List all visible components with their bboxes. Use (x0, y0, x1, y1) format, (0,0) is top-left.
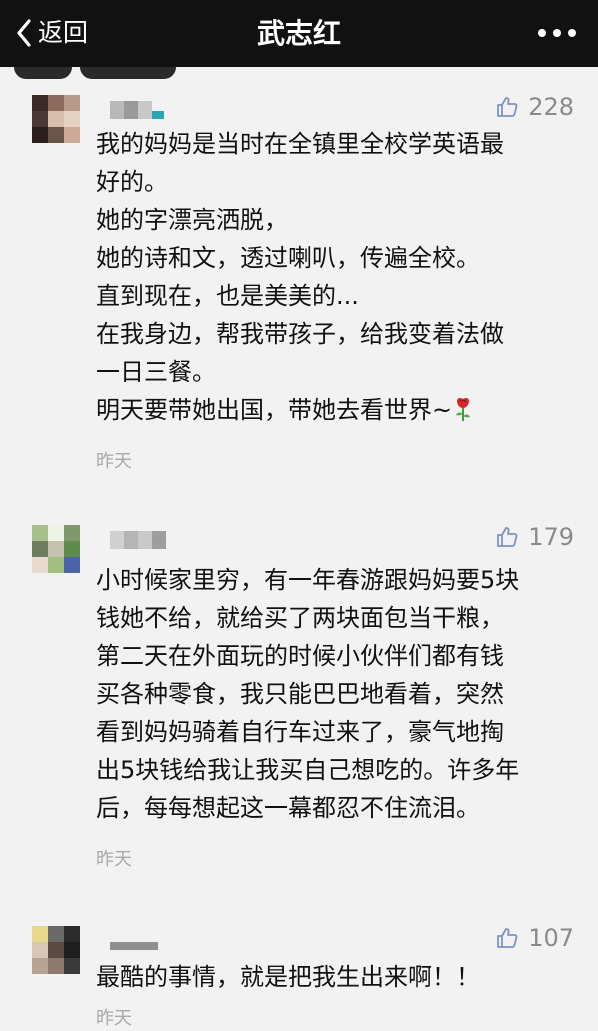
comment-time: 昨天 (96, 1008, 132, 1029)
like-button[interactable]: 228 (496, 91, 574, 123)
like-count: 107 (528, 924, 574, 952)
nav-bar: 返回 武志红 (0, 0, 598, 67)
thumbs-up-icon (496, 526, 528, 548)
avatar-pixel (32, 525, 48, 541)
like-count: 228 (528, 93, 574, 121)
avatar-pixel (32, 95, 48, 111)
rose-icon (454, 395, 472, 433)
avatar[interactable] (32, 525, 80, 573)
more-dot (568, 29, 576, 37)
avatar[interactable] (32, 95, 80, 143)
more-button[interactable] (538, 22, 576, 44)
comment-text: 我的妈妈是当时在全镇里全校学英语最 好的。 她的字漂亮洒脱， 她的诗和文，透过喇… (96, 125, 566, 433)
comment-text: 小时候家里穷，有一年春游跟妈妈要5块 钱她不给，就给买了两块面包当干粮， 第二天… (96, 566, 520, 822)
avatar-pixel (64, 111, 80, 127)
avatar[interactable] (32, 926, 80, 974)
comment-text: 最酷的事情，就是把我生出来啊！！ (96, 963, 480, 991)
chevron-left-icon (16, 19, 32, 47)
avatar-pixel (64, 958, 80, 974)
avatar-pixel (48, 111, 64, 127)
avatar-pixel (64, 127, 80, 143)
avatar-pixel (64, 942, 80, 958)
avatar-pixel (48, 557, 64, 573)
avatar-pixel (64, 557, 80, 573)
avatar-pixel (32, 541, 48, 557)
scrolled-avatar-edge (14, 67, 72, 79)
thumbs-up-icon (496, 927, 528, 949)
more-dots-icon (538, 29, 546, 37)
comment-time: 昨天 (96, 849, 132, 870)
avatar-pixel (48, 127, 64, 143)
avatar-pixel (32, 111, 48, 127)
more-dot (553, 29, 561, 37)
avatar-pixel (64, 541, 80, 557)
like-button[interactable]: 107 (496, 922, 574, 954)
avatar-pixel (32, 557, 48, 573)
avatar-pixel (64, 525, 80, 541)
nickname-blurred[interactable] (110, 531, 166, 549)
avatar-pixel (48, 95, 64, 111)
avatar-pixel (48, 926, 64, 942)
avatar-pixel (48, 525, 64, 541)
avatar-pixel (48, 541, 64, 557)
like-count: 179 (528, 523, 574, 551)
comment-time: 昨天 (96, 451, 132, 472)
avatar-pixel (32, 958, 48, 974)
avatar-pixel (32, 127, 48, 143)
thumbs-up-icon (496, 96, 528, 118)
nickname-blurred[interactable] (110, 101, 164, 119)
like-button[interactable]: 179 (496, 521, 574, 553)
back-label: 返回 (38, 18, 89, 47)
avatar-pixel (32, 942, 48, 958)
nickname-blurred[interactable] (110, 932, 158, 950)
back-button[interactable]: 返回 (16, 15, 88, 51)
avatar-pixel (64, 926, 80, 942)
avatar-pixel (64, 95, 80, 111)
page-title: 武志红 (256, 17, 341, 50)
avatar-pixel (32, 926, 48, 942)
comment-text-content: 我的妈妈是当时在全镇里全校学英语最 好的。 她的字漂亮洒脱， 她的诗和文，透过喇… (96, 130, 504, 424)
scrolled-name-edge (80, 67, 176, 79)
avatar-pixel (48, 958, 64, 974)
avatar-pixel (48, 942, 64, 958)
